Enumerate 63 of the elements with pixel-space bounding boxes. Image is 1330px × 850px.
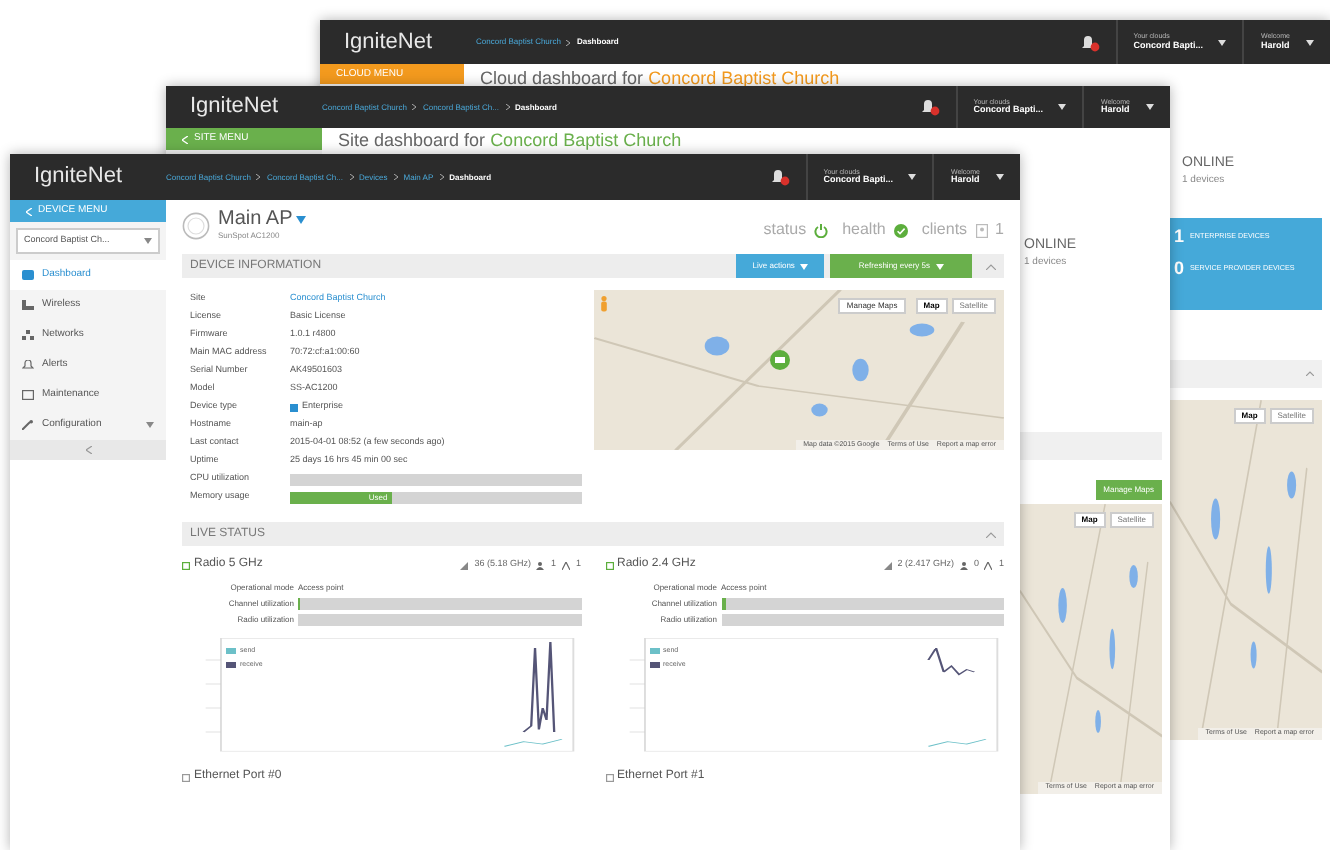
device-count: 1 [1174,223,1185,249]
legend-swatch-icon [226,648,236,655]
chevron-up-icon[interactable] [986,263,996,269]
chevron-right-icon [566,39,571,45]
chevron-right-icon [439,174,444,180]
user-icon [536,561,545,569]
chevron-up-icon[interactable] [986,531,996,537]
port-icon [182,773,190,781]
legend-swatch-icon [226,662,236,669]
page-title: Site dashboard for Concord Baptist Church [336,128,684,154]
screen-icon [22,389,34,400]
chevron-right-icon [393,174,398,180]
caret-icon [1218,39,1227,45]
caret-icon [144,237,152,244]
caret-icon [1146,104,1154,110]
legend-swatch-icon [649,662,659,669]
person-icon [600,296,608,312]
caret-icon [1306,39,1314,45]
device-icon [182,211,210,239]
check-circle-icon [893,223,908,237]
wireless-icon [22,299,34,310]
device-count: 0 [1174,256,1185,282]
radio-icon [605,561,613,569]
collapse-icon[interactable] [85,445,91,454]
router-marker-icon [770,350,790,370]
caret-icon [996,174,1004,180]
signal-icon [460,561,469,569]
device-icon [561,561,570,569]
bell-icon[interactable] [1079,33,1100,51]
clients-count: 1 [995,218,1004,242]
clients-icon [975,223,988,237]
clients-label: clients [921,218,968,242]
wrench-icon [22,419,34,430]
caret-icon [908,174,917,180]
network-icon [22,329,34,340]
radio-icon [182,561,190,569]
caret-icon[interactable] [296,216,307,224]
legend-swatch-icon [649,648,659,655]
bell-icon[interactable] [769,168,790,186]
health-label: health [842,218,886,242]
logo[interactable]: IgniteNet [320,25,476,59]
user-icon [959,561,968,569]
bell-icon [22,359,34,370]
chevron-left-icon [26,207,32,215]
device-name[interactable]: Main AP [218,210,293,230]
bell-icon[interactable] [919,98,940,116]
chevron-right-icon [412,104,417,110]
chevron-right-icon [256,174,261,180]
caret-icon [800,263,809,269]
dashboard-icon [22,269,34,280]
power-icon [814,223,829,237]
page-title: Cloud dashboard for Concord Baptist Church [478,66,842,92]
status-label: status [763,218,807,242]
device-icon [984,561,993,569]
caret-icon [1058,104,1067,110]
signal-icon [883,561,892,569]
caret-icon [936,263,944,269]
chevron-left-icon [182,135,188,143]
logo[interactable]: IgniteNet [10,160,166,194]
port-icon [605,773,613,781]
logo[interactable]: IgniteNet [166,90,322,124]
panel-header [1020,431,1162,459]
chevron-up-icon[interactable] [1306,370,1314,376]
